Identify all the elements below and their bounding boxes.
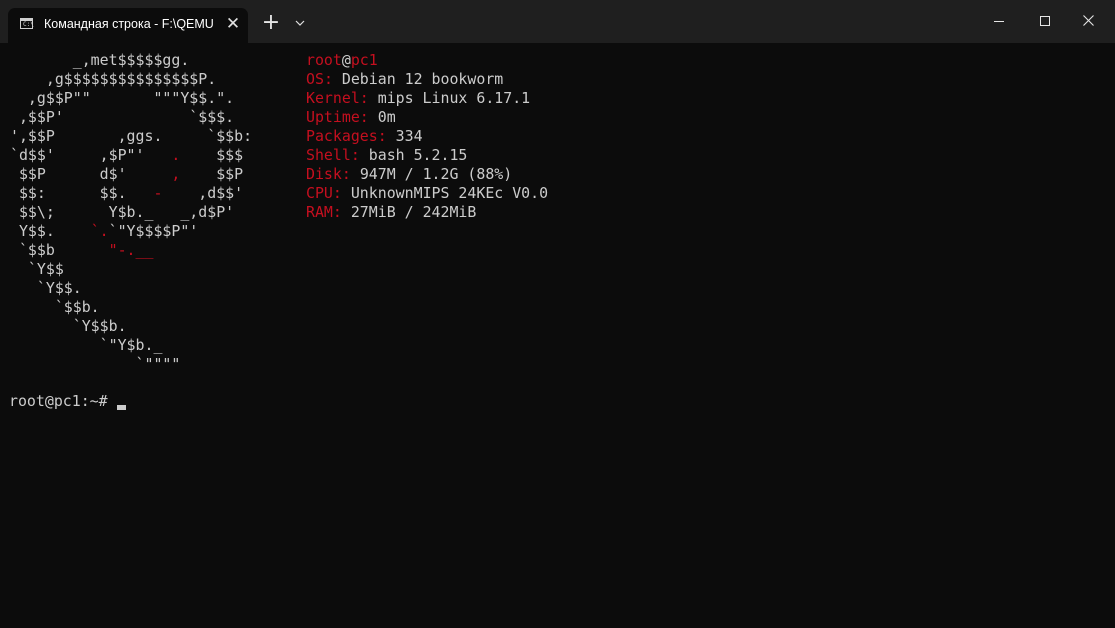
info-row: Disk: 947M / 1.2G (88%)	[306, 165, 512, 183]
info-key: Disk	[306, 165, 342, 183]
info-separator: :	[359, 108, 378, 126]
info-separator: :	[341, 165, 360, 183]
debian-ascii-logo: _,met$$$$$gg. ,g$$$$$$$$$$$$$$$P. ,g$$P"…	[10, 51, 252, 374]
logo-segment: ',$$P ,ggs. `$$b:	[10, 127, 253, 145]
info-separator: :	[332, 203, 351, 221]
logo-line: `"Y$b._	[10, 336, 163, 354]
minimize-icon[interactable]	[977, 0, 1023, 43]
logo-line: ,g$$P"" """Y$$.".	[10, 89, 234, 107]
logo-line: _,met$$$$$gg.	[10, 51, 190, 69]
maximize-icon[interactable]	[1022, 0, 1068, 43]
logo-line: `Y$$b.	[10, 317, 127, 335]
terminal-icon: C:\	[20, 18, 34, 29]
info-separator: :	[377, 127, 396, 145]
tab-title: Командная строка - F:\QEMU	[44, 17, 214, 31]
info-value: 27MiB / 242MiB	[350, 203, 477, 221]
info-key: CPU	[306, 184, 333, 202]
info-key: RAM	[306, 203, 333, 221]
info-row: Shell: bash 5.2.15	[306, 146, 467, 164]
info-row: Packages: 334	[306, 127, 423, 145]
logo-red-segment: .	[171, 146, 181, 164]
info-row: RAM: 27MiB / 242MiB	[306, 203, 476, 221]
logo-segment: ,$$P' `$$$.	[10, 108, 235, 126]
info-host: pc1	[350, 51, 378, 69]
logo-line: $$P d$' , $$P	[10, 165, 243, 183]
info-value: mips Linux 6.17.1	[377, 89, 531, 107]
logo-segment: $$: $$.	[10, 184, 154, 202]
info-user: root	[306, 51, 342, 69]
logo-line: `Y$$	[10, 260, 64, 278]
logo-segment: `Y$$	[10, 260, 64, 278]
info-separator: :	[359, 89, 378, 107]
info-row: Kernel: mips Linux 6.17.1	[306, 89, 530, 107]
logo-segment: $$\; Y$b._ _,d$P'	[10, 203, 235, 221]
info-key: Packages	[306, 127, 378, 145]
logo-segment: `Y$$.	[10, 279, 82, 297]
logo-segment: `$$b	[10, 241, 109, 259]
text-cursor	[117, 405, 126, 410]
logo-segment: $$P d$'	[10, 165, 172, 183]
logo-segment: `Y$$b.	[10, 317, 127, 335]
logo-red-segment: `.	[90, 222, 109, 240]
info-key: Kernel	[306, 89, 360, 107]
logo-segment: $$$	[180, 146, 244, 164]
title-bar: C:\ Командная строка - F:\QEMU ✕ +	[0, 0, 1115, 43]
logo-line: `d$$' ,$P"' . $$$	[10, 146, 243, 164]
info-value: 947M / 1.2G (88%)	[359, 165, 513, 183]
info-separator: :	[323, 70, 342, 88]
tab-command-prompt[interactable]: C:\ Командная строка - F:\QEMU ✕	[8, 8, 248, 43]
info-at: @	[341, 51, 351, 69]
info-separator: :	[350, 146, 369, 164]
plus-icon[interactable]: +	[259, 11, 283, 35]
info-key: OS	[306, 70, 324, 88]
window-close-icon[interactable]	[1067, 0, 1113, 43]
info-separator: :	[332, 184, 351, 202]
logo-line: `""""	[10, 355, 181, 373]
logo-line: $$\; Y$b._ _,d$P'	[10, 203, 234, 221]
terminal-output[interactable]: _,met$$$$$gg. ,g$$$$$$$$$$$$$$$P. ,g$$P"…	[0, 43, 1115, 628]
info-row: OS: Debian 12 bookworm	[306, 70, 503, 88]
info-key: Shell	[306, 146, 351, 164]
logo-segment: ,g$$P"" """Y$$.".	[10, 89, 235, 107]
logo-line: `Y$$.	[10, 279, 82, 297]
close-icon[interactable]: ✕	[223, 14, 243, 34]
logo-line: ,$$P' `$$$.	[10, 108, 234, 126]
logo-line: ,g$$$$$$$$$$$$$$$P.	[10, 70, 216, 88]
logo-segment: ,d$$'	[162, 184, 244, 202]
info-row: Uptime: 0m	[306, 108, 396, 126]
logo-segment: `"Y$b._	[10, 336, 163, 354]
logo-segment: `d$$' ,$P"'	[10, 146, 172, 164]
info-value: bash 5.2.15	[368, 146, 468, 164]
chevron-down-icon[interactable]	[289, 11, 311, 35]
info-value: 0m	[377, 108, 396, 126]
info-value: 334	[395, 127, 423, 145]
logo-red-segment: ,	[171, 165, 181, 183]
info-row: CPU: UnknownMIPS 24KEc V0.0	[306, 184, 548, 202]
logo-red-segment: "-.__	[108, 241, 154, 259]
logo-segment: `""""	[10, 355, 181, 373]
logo-line: `$$b.	[10, 298, 100, 316]
system-info: root@pc1 OS: Debian 12 bookworm Kernel: …	[306, 51, 548, 222]
logo-segment: $$P	[180, 165, 244, 183]
logo-segment: _,met$$$$$gg.	[10, 51, 190, 69]
info-value: Debian 12 bookworm	[341, 70, 504, 88]
logo-line: Y$$. `.`"Y$$$$P"'	[10, 222, 198, 240]
shell-prompt: root@pc1:~#	[9, 392, 108, 410]
logo-line: $$: $$. - ,d$$'	[10, 184, 243, 202]
logo-line: `$$b "-.__	[10, 241, 154, 259]
info-key: Uptime	[306, 108, 360, 126]
logo-segment: `$$b.	[10, 298, 100, 316]
info-value: UnknownMIPS 24KEc V0.0	[350, 184, 549, 202]
logo-segment: Y$$.	[10, 222, 91, 240]
logo-line: ',$$P ,ggs. `$$b:	[10, 127, 252, 145]
logo-segment: ,g$$$$$$$$$$$$$$$P.	[10, 70, 217, 88]
user-host: root@pc1	[306, 51, 378, 69]
logo-segment: `"Y$$$$P"'	[108, 222, 199, 240]
